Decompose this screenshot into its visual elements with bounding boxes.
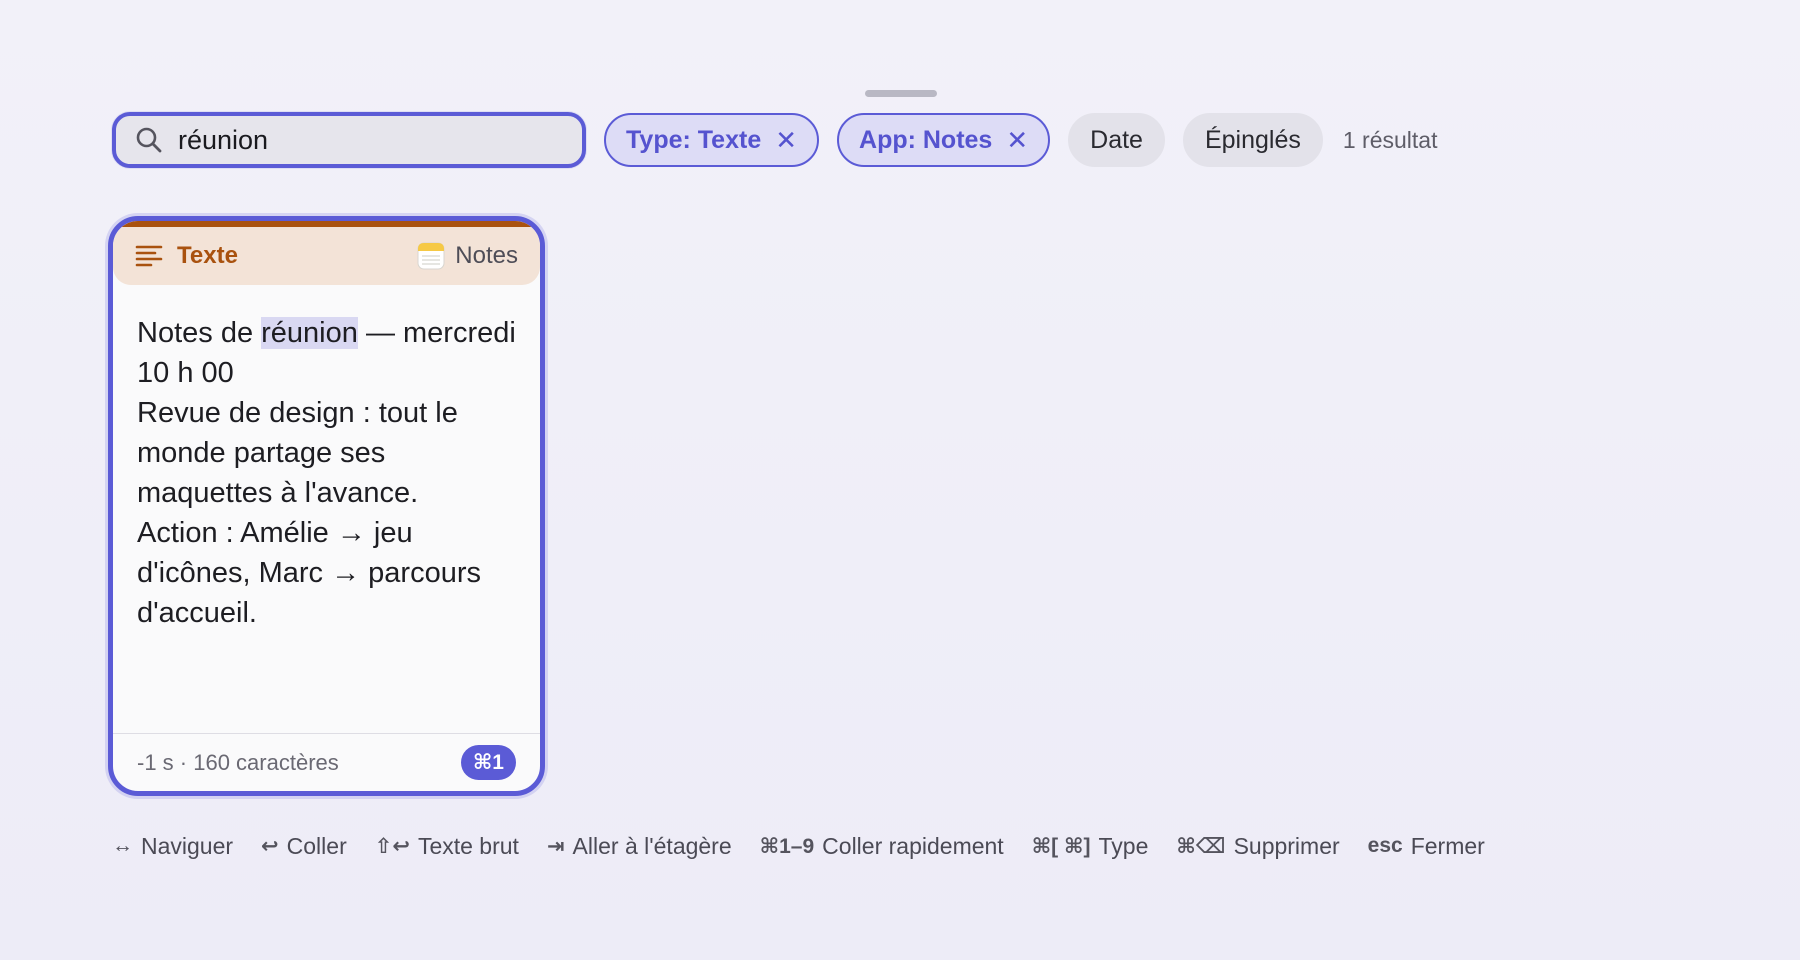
- app-filter-chip[interactable]: App: Notes ✕: [837, 113, 1051, 167]
- hint-label: Type: [1098, 832, 1149, 859]
- card-type-label: Texte: [177, 242, 238, 269]
- card-text-prefix: Notes de: [137, 317, 262, 349]
- search-match-highlight: réunion: [261, 317, 358, 349]
- hint-key: ⌘⌫: [1176, 834, 1226, 858]
- shortcut-badge: ⌘1: [460, 745, 516, 780]
- app-filter-label: App: Notes: [859, 125, 993, 154]
- search-box[interactable]: [112, 112, 586, 168]
- hint-label: Aller à l'étagère: [572, 832, 732, 859]
- hint-label: Supprimer: [1233, 832, 1340, 859]
- card-app-label: Notes: [455, 242, 518, 269]
- hint-paste: ↩ Coller: [261, 833, 347, 860]
- search-input[interactable]: [176, 123, 550, 157]
- hint-label: Fermer: [1410, 832, 1485, 859]
- hint-key: ⌘[ ⌘]: [1031, 834, 1091, 858]
- clip-card[interactable]: Texte Notes Notes de réunion — mercredi …: [108, 216, 545, 796]
- keyboard-hints: ↔ Naviguer ↩ Coller ⇧↩ Texte brut ⇥ Alle…: [112, 826, 1513, 866]
- notes-app-icon: [417, 242, 445, 270]
- hint-shelf: ⇥ Aller à l'étagère: [547, 833, 732, 860]
- date-filter-label: Date: [1090, 125, 1143, 154]
- result-count: 1 résultat: [1342, 126, 1438, 153]
- hint-label: Naviguer: [141, 832, 234, 859]
- hint-key: ↩: [261, 834, 279, 858]
- pinned-filter-label: Épinglés: [1204, 125, 1301, 154]
- filter-toolbar: Type: Texte ✕ App: Notes ✕ Date Épinglés…: [112, 108, 1437, 172]
- hint-key: esc: [1367, 834, 1403, 857]
- hint-quick-paste: ⌘1–9 Coller rapidement: [760, 833, 1004, 860]
- hint-key: ⇧↩: [374, 834, 410, 858]
- card-header: Texte Notes: [113, 227, 540, 285]
- card-text-rest: — mercredi 10 h 00 Revue de design : tou…: [137, 317, 516, 629]
- hint-label: Texte brut: [417, 832, 519, 859]
- type-filter-label: Type: Texte: [626, 125, 762, 154]
- text-lines-icon: [135, 243, 163, 269]
- hint-navigate: ↔ Naviguer: [112, 833, 233, 860]
- close-icon[interactable]: ✕: [1006, 127, 1028, 153]
- card-footer: -1 s · 160 caractères ⌘1: [113, 733, 540, 791]
- hint-delete: ⌘⌫ Supprimer: [1176, 833, 1339, 860]
- clipboard-history-window: Type: Texte ✕ App: Notes ✕ Date Épinglés…: [0, 0, 1800, 960]
- hint-close: esc Fermer: [1368, 833, 1485, 860]
- hint-type: ⌘[ ⌘] Type: [1032, 833, 1149, 860]
- card-meta: -1 s · 160 caractères: [137, 749, 339, 775]
- type-filter-chip[interactable]: Type: Texte ✕: [604, 113, 820, 167]
- hint-label: Coller rapidement: [822, 832, 1004, 859]
- hint-label: Coller: [286, 832, 347, 859]
- hint-key: ⇥: [546, 834, 565, 858]
- date-filter-chip[interactable]: Date: [1068, 113, 1165, 167]
- pinned-filter-chip[interactable]: Épinglés: [1182, 113, 1323, 167]
- hint-key: ⌘1–9: [759, 834, 815, 858]
- hint-plain-text: ⇧↩ Texte brut: [375, 833, 519, 860]
- close-icon[interactable]: ✕: [775, 127, 797, 153]
- hint-key: ↔: [112, 834, 133, 857]
- card-content: Notes de réunion — mercredi 10 h 00 Revu…: [137, 313, 522, 633]
- drag-handle[interactable]: [865, 90, 937, 97]
- search-icon: [134, 125, 164, 155]
